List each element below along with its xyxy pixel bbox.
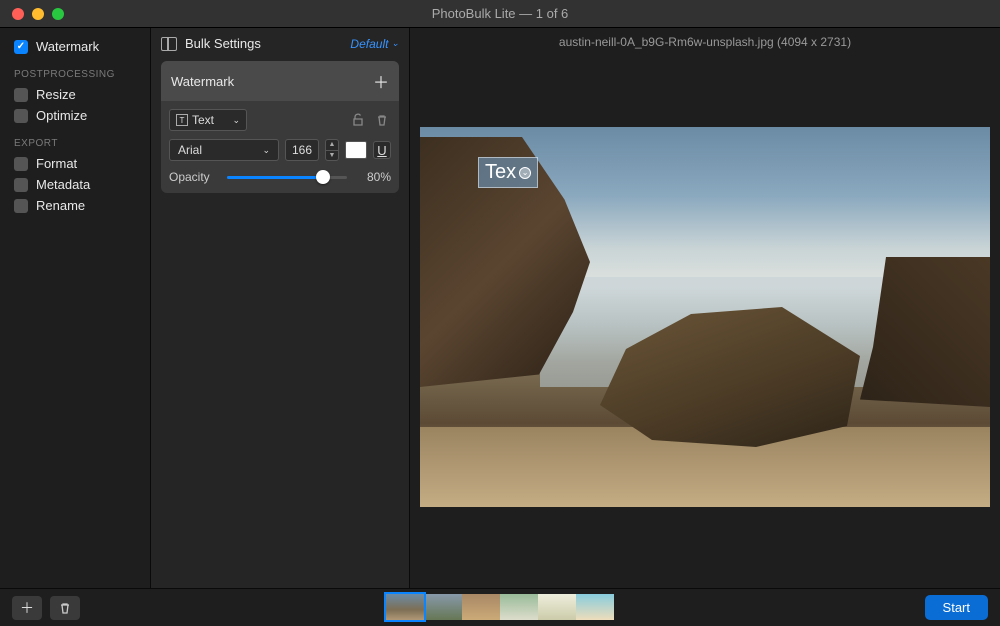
lock-open-icon [351, 113, 365, 127]
sidebar: Watermark POSTPROCESSING Resize Optimize… [0, 28, 150, 588]
add-watermark-button[interactable]: ＋ [373, 69, 389, 93]
watermark-checkbox[interactable] [14, 40, 28, 54]
thumbnail[interactable] [424, 594, 462, 620]
font-name: Arial [178, 143, 202, 157]
settings-panel: Bulk Settings Default ⌄ Watermark ＋ T Te… [150, 28, 410, 588]
start-button[interactable]: Start [925, 595, 988, 620]
metadata-checkbox[interactable] [14, 178, 28, 192]
preview-area: austin-neill-0A_b9G-Rm6w-unsplash.jpg (4… [410, 28, 1000, 588]
footer-left-controls: ＋ [12, 596, 80, 620]
thumbnail[interactable] [500, 594, 538, 620]
bulk-settings-label: Bulk Settings [185, 36, 261, 51]
sidebar-heading-export: EXPORT [0, 126, 150, 153]
optimize-checkbox[interactable] [14, 109, 28, 123]
trash-icon [58, 601, 72, 615]
preset-label: Default [350, 37, 388, 51]
watermark-type-row: T Text ⌄ [169, 109, 391, 131]
window-title: PhotoBulk Lite — 1 of 6 [432, 6, 569, 21]
minimize-window-button[interactable] [32, 8, 44, 20]
sidebar-item-label: Optimize [36, 108, 87, 123]
slider-fill [227, 176, 323, 179]
bulk-settings-title: Bulk Settings [161, 36, 261, 51]
watermark-resize-handle[interactable]: ⌄ [519, 167, 531, 179]
sidebar-item-rename[interactable]: Rename [0, 195, 150, 216]
sidebar-item-optimize[interactable]: Optimize [0, 105, 150, 126]
remove-images-button[interactable] [50, 596, 80, 620]
preview-image-container: Tex ⌄ [410, 56, 1000, 588]
stepper-down-icon: ▼ [326, 151, 338, 161]
format-checkbox[interactable] [14, 157, 28, 171]
watermark-type-select[interactable]: T Text ⌄ [169, 109, 247, 131]
chevron-updown-icon: ⌄ [262, 145, 270, 156]
thumbnail-strip [386, 594, 614, 620]
plus-icon: ＋ [20, 598, 34, 618]
watermark-panel: Watermark ＋ T Text ⌄ [161, 61, 399, 193]
thumbnail[interactable] [462, 594, 500, 620]
main-content: Watermark POSTPROCESSING Resize Optimize… [0, 28, 1000, 588]
delete-watermark-button[interactable] [373, 111, 391, 129]
chevron-down-icon: ⌄ [391, 38, 399, 49]
layout-icon [161, 37, 177, 51]
font-size-input[interactable]: 166 [285, 139, 319, 161]
sidebar-item-label: Watermark [36, 39, 99, 54]
thumbnail[interactable] [538, 594, 576, 620]
font-row: Arial ⌄ 166 ▲ ▼ U [169, 139, 391, 161]
underline-toggle[interactable]: U [373, 141, 391, 159]
font-size-stepper[interactable]: ▲ ▼ [325, 139, 339, 161]
sidebar-item-label: Resize [36, 87, 76, 102]
watermark-panel-header: Watermark ＋ [161, 61, 399, 101]
watermark-overlay[interactable]: Tex ⌄ [478, 157, 538, 188]
slider-thumb[interactable] [316, 170, 330, 184]
settings-header: Bulk Settings Default ⌄ [161, 36, 399, 51]
panel-title: Watermark [171, 74, 234, 89]
zoom-window-button[interactable] [52, 8, 64, 20]
thumbnail[interactable] [576, 594, 614, 620]
sidebar-item-label: Format [36, 156, 77, 171]
watermark-panel-body: T Text ⌄ Arial [161, 101, 399, 193]
text-type-icon: T [176, 114, 188, 126]
watermark-type-label: Text [192, 113, 214, 127]
sidebar-item-metadata[interactable]: Metadata [0, 174, 150, 195]
text-color-swatch[interactable] [345, 141, 367, 159]
opacity-row: Opacity 80% [169, 169, 391, 185]
footer: ＋ Start [0, 588, 1000, 626]
resize-checkbox[interactable] [14, 88, 28, 102]
thumbnail[interactable] [386, 594, 424, 620]
add-images-button[interactable]: ＋ [12, 596, 42, 620]
chevron-updown-icon: ⌄ [232, 115, 240, 126]
titlebar: PhotoBulk Lite — 1 of 6 [0, 0, 1000, 28]
stepper-up-icon: ▲ [326, 140, 338, 151]
sidebar-item-watermark[interactable]: Watermark [0, 36, 150, 57]
opacity-label: Opacity [169, 170, 217, 184]
sidebar-item-resize[interactable]: Resize [0, 84, 150, 105]
window-controls [12, 8, 64, 20]
preview-image[interactable]: Tex ⌄ [420, 127, 990, 507]
preset-dropdown[interactable]: Default ⌄ [350, 37, 399, 51]
sidebar-heading-postprocessing: POSTPROCESSING [0, 57, 150, 84]
opacity-value: 80% [357, 170, 391, 184]
watermark-text: Tex [485, 161, 516, 184]
preview-filename: austin-neill-0A_b9G-Rm6w-unsplash.jpg (4… [410, 28, 1000, 56]
sidebar-item-format[interactable]: Format [0, 153, 150, 174]
close-window-button[interactable] [12, 8, 24, 20]
lock-toggle[interactable] [349, 111, 367, 129]
opacity-slider[interactable] [227, 169, 347, 185]
rename-checkbox[interactable] [14, 199, 28, 213]
font-select[interactable]: Arial ⌄ [169, 139, 279, 161]
sidebar-item-label: Metadata [36, 177, 90, 192]
sidebar-item-label: Rename [36, 198, 85, 213]
trash-icon [375, 113, 389, 127]
